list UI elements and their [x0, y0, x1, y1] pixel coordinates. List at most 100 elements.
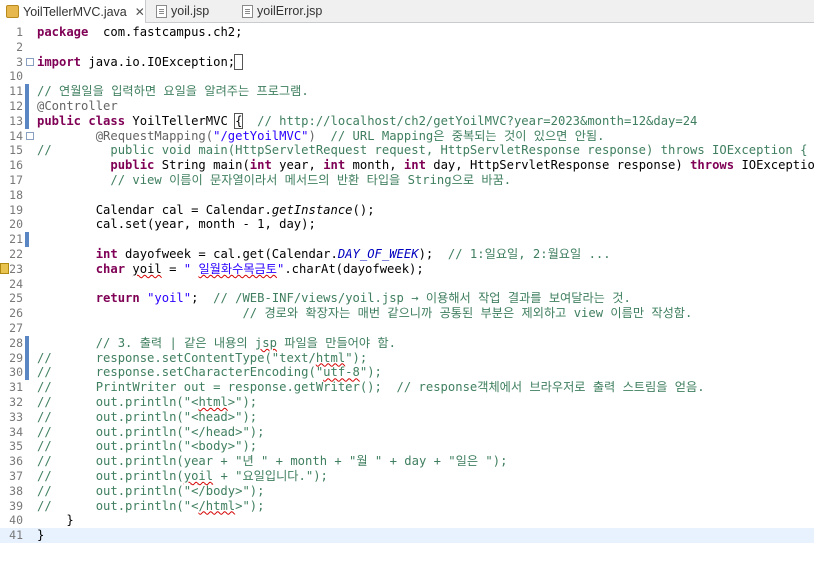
code-token: html [315, 350, 346, 365]
code-token: // /WEB-INF/views/yoil.jsp → 이용해서 작업 결과를… [213, 291, 631, 306]
code-token: = [161, 261, 184, 276]
line-number: 27 [9, 321, 23, 335]
code-token: cal.set(year, month - 1, day); [37, 217, 316, 232]
folded-block-marker[interactable] [234, 53, 244, 70]
code-line[interactable]: 1 package com.fastcampus.ch2; [0, 25, 814, 40]
code-line[interactable]: 28 // 3. 출력 | 같은 내용의 jsp 파일을 만들어야 함. [0, 336, 814, 351]
code-token: com.fastcampus.ch2; [88, 25, 243, 39]
code-token: public class [37, 113, 126, 128]
code-line[interactable]: 35 // out.println("<body>"); [0, 439, 814, 454]
code-line[interactable]: 31 // PrintWriter out = response.getWrite… [0, 380, 814, 395]
code-text: // out.println("<head>"); [37, 410, 257, 425]
line-number: 17 [9, 173, 23, 187]
line-number: 39 [9, 498, 23, 513]
code-line[interactable]: 11 // 연월일을 입력하면 요일을 알려주는 프로그램. [0, 84, 814, 99]
code-line[interactable]: 16 public String main(int year, int mont… [0, 158, 814, 173]
change-indicator [25, 232, 29, 247]
code-text: // response.setContentType("text/html"); [37, 351, 367, 366]
code-line[interactable]: 33 // out.println("<head>"); [0, 410, 814, 425]
code-token: YoilTellerMVC [125, 113, 236, 128]
tab-yoil-jsp[interactable]: yoil.jsp [156, 0, 236, 22]
code-line[interactable]: 26 // 경로와 확장자는 매번 같으니까 공통된 부분은 제외하고 view… [0, 306, 814, 321]
line-number: 34 [9, 424, 23, 439]
code-line[interactable]: 18 [0, 188, 814, 203]
code-line[interactable]: 15 // public void main(HttpServletRequest… [0, 143, 814, 158]
tab-label: yoil.jsp [171, 4, 210, 18]
jsp-file-icon [156, 4, 167, 18]
code-line[interactable]: 32 // out.println("<html>"); [0, 395, 814, 410]
code-line[interactable]: 34 // out.println("</head>"); [0, 425, 814, 440]
code-line[interactable]: 30 // response.setCharacterEncoding("utf-… [0, 365, 814, 380]
code-text: // public void main(HttpServletRequest r… [37, 143, 807, 158]
code-text: // response.setCharacterEncoding("utf-8"… [37, 365, 382, 380]
code-token: // view 이름이 문자열이라서 메서드의 반환 타입을 String으로 … [37, 173, 512, 187]
code-token: // 경로와 확장자는 매번 같으니까 공통된 부분은 제외하고 view 이름… [37, 306, 693, 321]
code-token: @RequestMapping( [95, 128, 214, 143]
code-line[interactable]: 36 // out.println(year + "년 " + month + "… [0, 454, 814, 469]
code-text: // 경로와 확장자는 매번 같으니까 공통된 부분은 제외하고 view 이름… [37, 306, 692, 321]
code-token: month, [345, 158, 404, 173]
code-token: day, HttpServletResponse response) [425, 158, 691, 173]
code-text: // 연월일을 입력하면 요일을 알려주는 프로그램. [37, 84, 309, 99]
code-line[interactable]: 25 return "yoil"; // /WEB-INF/views/yoil… [0, 291, 814, 306]
code-line[interactable]: 24 [0, 277, 814, 292]
warning-marker-icon[interactable] [0, 262, 9, 274]
code-line[interactable]: 13 public class YoilTellerMVC { // http:/… [0, 112, 814, 129]
code-line[interactable]: 23 char yoil = " 일월화수목금토".charAt(dayofwe… [0, 262, 814, 277]
code-token: (); [352, 202, 375, 217]
code-token: throws [690, 158, 735, 173]
line-number: 40 [9, 513, 23, 528]
line-number: 21 [9, 232, 23, 247]
code-line[interactable]: 29 // response.setContentType("text/html"… [0, 351, 814, 366]
code-line[interactable]: 27 [0, 321, 814, 336]
code-token: // public void main(HttpServletRequest r… [37, 143, 808, 158]
code-token: // 3. 출력 | 같은 내용의 [37, 335, 255, 350]
line-number: 13 [9, 113, 23, 128]
code-line[interactable]: 3 import java.io.IOException; [0, 53, 814, 70]
code-line[interactable]: 2 [0, 40, 814, 55]
code-token: >"); [227, 395, 258, 409]
code-line[interactable]: 40 } [0, 513, 814, 528]
code-line[interactable]: 19 Calendar cal = Calendar.getInstance()… [0, 203, 814, 218]
line-number: 25 [9, 291, 23, 306]
code-text: // out.println("</body>"); [37, 484, 264, 499]
code-line[interactable]: 39 // out.println("</html>"); [0, 499, 814, 514]
code-editor[interactable]: 1 package com.fastcampus.ch2; 2 3 import jav… [0, 23, 814, 561]
code-line[interactable]: 10 [0, 69, 814, 84]
code-token: yoil [132, 261, 162, 276]
code-line[interactable]: 20 cal.set(year, month - 1, day); [0, 217, 814, 232]
code-token: // http://localhost/ch2/getYoilMVC?year=… [242, 113, 698, 128]
code-token: @Controller [37, 99, 118, 113]
code-line[interactable]: 17 // view 이름이 문자열이라서 메서드의 반환 타입을 String… [0, 173, 814, 188]
code-text: // PrintWriter out = response.getWriter(… [37, 380, 705, 395]
collapse-fold-icon[interactable] [26, 131, 34, 140]
expand-fold-icon[interactable] [26, 57, 34, 66]
tab-yoilerror-jsp[interactable]: yoilError.jsp [242, 0, 352, 22]
code-token: " [183, 261, 199, 276]
change-indicator [25, 84, 29, 129]
java-file-icon [6, 5, 19, 18]
code-line[interactable]: 14 @RequestMapping("/getYoilMVC") // URL… [0, 129, 814, 144]
code-token: int [403, 158, 426, 173]
code-line[interactable]: 41} [0, 528, 814, 543]
code-token: import [37, 54, 82, 69]
code-line[interactable]: 12 @Controller [0, 99, 814, 114]
tab-label: yoilError.jsp [257, 4, 323, 18]
code-line[interactable]: 22 int dayofweek = cal.get(Calendar.DAY_… [0, 247, 814, 262]
tab-yoiltellermvc-java[interactable]: YoilTellerMVC.java ✕ [0, 0, 146, 23]
code-text: } [37, 528, 44, 543]
code-line[interactable]: 38 // out.println("</body>"); [0, 484, 814, 499]
code-token: DAY_OF_WEEK [337, 247, 419, 261]
close-icon[interactable]: ✕ [135, 5, 145, 19]
code-line[interactable]: 37 // out.println(yoil + "요일입니다."); [0, 469, 814, 484]
code-line[interactable]: 21 [0, 232, 814, 247]
code-token: year, [271, 158, 324, 173]
code-token: "); [345, 350, 368, 365]
code-token: ; [191, 291, 214, 306]
code-text: // out.println("<html>"); [37, 395, 257, 410]
line-number: 30 [9, 365, 23, 380]
code-token: public [110, 158, 155, 173]
code-text: // out.println("</html>"); [37, 499, 264, 514]
jsp-file-icon [242, 4, 253, 18]
